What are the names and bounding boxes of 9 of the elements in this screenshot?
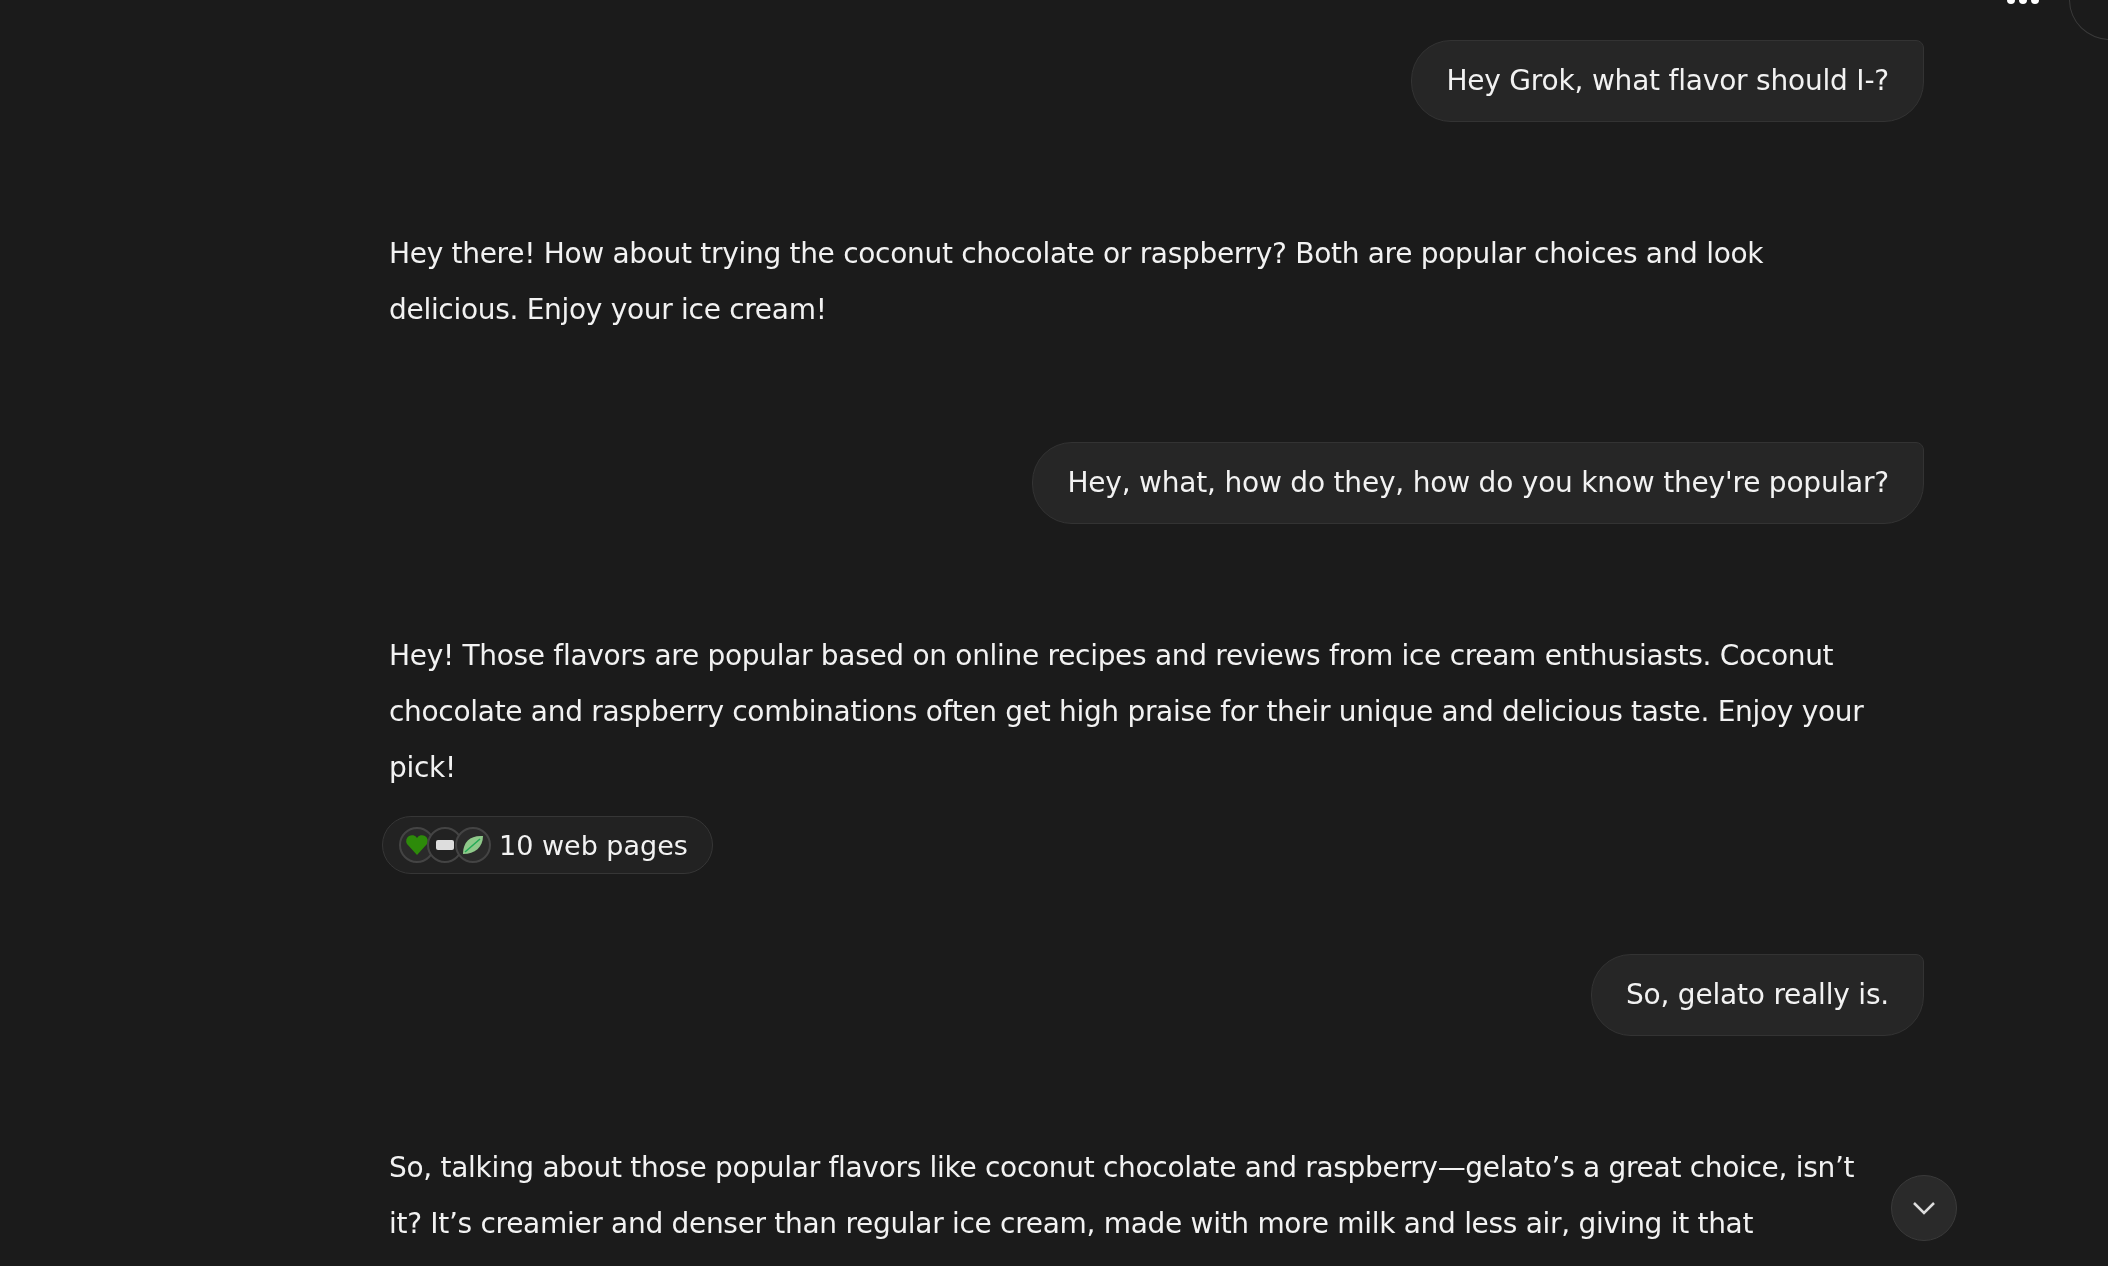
leaf-icon xyxy=(455,827,491,863)
user-message: Hey Grok, what flavor should I-? xyxy=(1411,40,1924,122)
sources-chip[interactable]: 10 web pages xyxy=(382,816,713,874)
chevron-down-icon xyxy=(1911,1200,1937,1216)
assistant-message: Hey! Those flavors are popular based on online recipes and reviews from ice cream enthusiasts. Coconut chocolate and raspberry combinations often get high praise for their unique and delicious taste. Enjoy your pick! xyxy=(389,638,1865,786)
assistant-message: Hey there! How about trying the coconut chocolate or raspberry? Both are popular choices and look delicious. Enjoy your ice cream! xyxy=(389,236,1765,328)
assistant-message: So, talking about those popular flavors like coconut chocolate and raspberry—gelato’s a great choice, isn’t it? It’s creamier and denser than regular ice cream, made with more milk and less air, giving it that xyxy=(389,1150,1856,1242)
user-message: So, gelato really is. xyxy=(1590,954,1924,1036)
user-message: Hey, what, how do they, how do you know they're popular? xyxy=(1032,442,1924,524)
